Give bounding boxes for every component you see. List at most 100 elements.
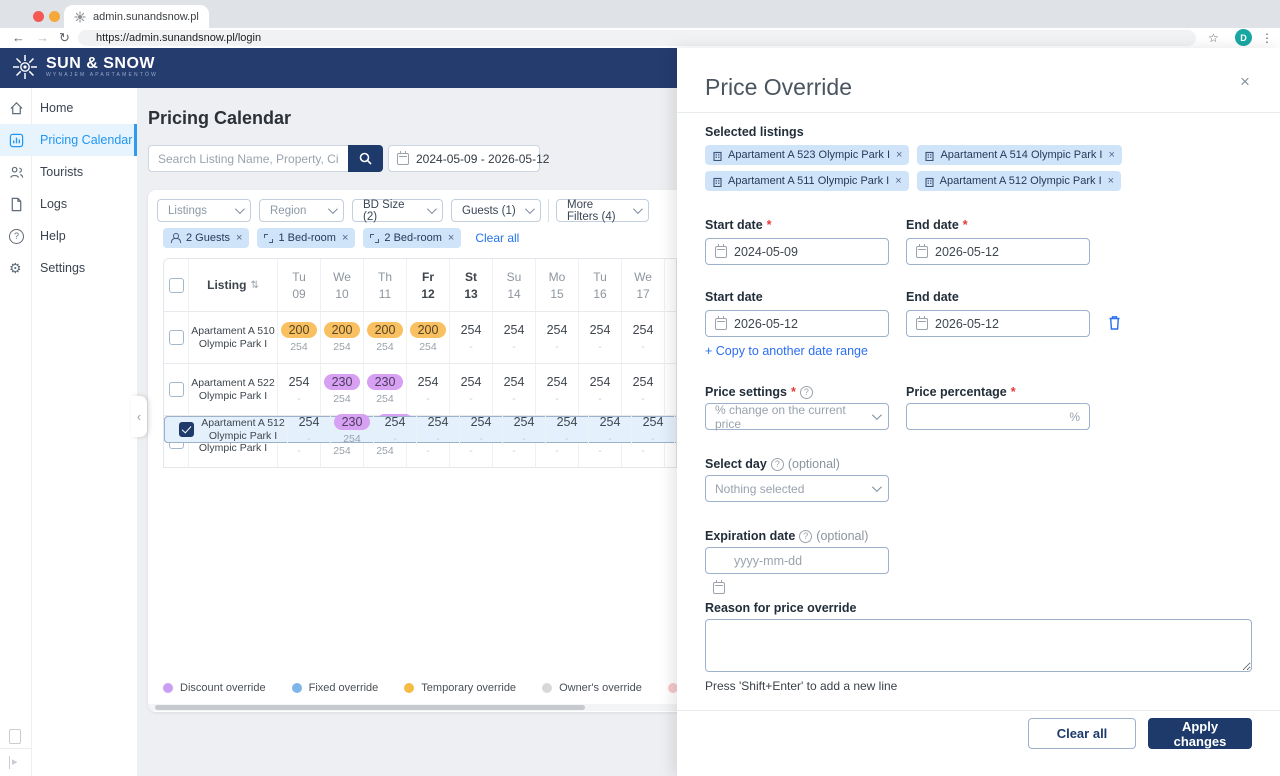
browser-menu-icon[interactable]: ⋮ — [1261, 28, 1273, 48]
sidebar-collapse-handle[interactable]: ‹ — [131, 396, 147, 437]
listing-column-header[interactable]: Listing ⇅ — [207, 278, 259, 292]
price-cell[interactable]: 254- — [288, 414, 331, 445]
price-cell[interactable]: 254- — [450, 312, 493, 363]
sidebar-item-tourists[interactable]: Tourists — [0, 156, 137, 188]
listing-name-cell[interactable]: Apartament A 512Olympic Park I — [199, 417, 288, 443]
clear-all-button[interactable]: Clear all — [1028, 718, 1136, 749]
chip-2-bedroom[interactable]: 2 Bed-room × — [363, 228, 461, 248]
traffic-light-minimize[interactable] — [49, 11, 60, 22]
filter-more[interactable]: More Filters (4) — [556, 199, 649, 222]
price-percentage-input[interactable]: % — [906, 403, 1090, 430]
price-cell[interactable]: 200254 — [364, 312, 407, 363]
price-cell[interactable]: 200254 — [407, 312, 450, 363]
price-cell[interactable]: 254- — [622, 364, 665, 415]
listing-chip[interactable]: Apartament A 512 Olympic Park I × — [917, 171, 1121, 191]
day-column-header: We17 — [622, 259, 665, 311]
browser-tab[interactable]: admin.sunandsnow.pl — [64, 5, 209, 28]
scrollbar-thumb[interactable] — [155, 705, 585, 710]
price-cell[interactable]: 254- — [536, 364, 579, 415]
delete-range-trash-icon[interactable] — [1107, 314, 1122, 331]
sidebar-item-settings[interactable]: ⚙ Settings — [0, 252, 137, 284]
close-icon[interactable]: × — [1240, 72, 1250, 92]
help-circle-icon[interactable]: ? — [771, 458, 784, 471]
price-cell[interactable]: 254- — [536, 312, 579, 363]
filter-region[interactable]: Region — [259, 199, 344, 222]
select-day-select[interactable]: Nothing selected — [705, 475, 889, 502]
sidebar-footer-icon[interactable] — [9, 729, 21, 744]
chip-close-icon[interactable]: × — [1108, 175, 1114, 187]
listing-chip[interactable]: Apartament A 511 Olympic Park I × — [705, 171, 909, 191]
chip-1-bedroom[interactable]: 1 Bed-room × — [257, 228, 355, 248]
chip-2-guests[interactable]: 2 Guests × — [163, 228, 249, 248]
end-date-input[interactable]: 2026-05-12 — [906, 238, 1090, 265]
sidebar-expand-icon[interactable]: ▸ — [9, 756, 18, 769]
row-checkbox[interactable] — [179, 422, 194, 437]
price-cell[interactable]: 254- — [579, 364, 622, 415]
copy-date-range-link[interactable]: + Copy to another date range — [705, 344, 868, 358]
end-date-input-2[interactable]: 2026-05-12 — [906, 310, 1090, 337]
price-cell[interactable]: 254- — [632, 414, 675, 445]
filter-chips-row: 2 Guests × 1 Bed-room × 2 Bed-room × Cle… — [163, 228, 519, 248]
select-all-checkbox[interactable] — [169, 278, 184, 293]
listing-name-cell[interactable]: Apartament A 522Olympic Park I — [189, 364, 278, 415]
chip-close-icon[interactable]: × — [896, 149, 902, 161]
price-cell[interactable]: 254- — [665, 364, 677, 415]
chip-close-icon[interactable]: × — [236, 232, 242, 244]
start-date-input[interactable]: 2024-05-09 — [705, 238, 889, 265]
expiration-date-input[interactable] — [705, 547, 889, 574]
back-icon[interactable]: ← — [12, 28, 25, 48]
sidebar-item-pricing-calendar[interactable]: Pricing Calendar — [0, 124, 137, 156]
price-cell[interactable]: 254- — [493, 364, 536, 415]
day-column-header: Tu16 — [579, 259, 622, 311]
price-cell[interactable]: 254- — [665, 312, 677, 363]
browser-avatar[interactable]: D — [1235, 29, 1252, 46]
date-range-picker[interactable]: 2024-05-09 - 2026-05-12 — [388, 145, 540, 172]
sidebar-item-help[interactable]: ? Help — [0, 220, 137, 252]
price-cell[interactable]: 230254 — [321, 364, 364, 415]
sidebar-item-logs[interactable]: Logs — [0, 188, 137, 220]
filter-guests[interactable]: Guests (1) — [451, 199, 541, 222]
filter-listings[interactable]: Listings — [157, 199, 251, 222]
bookmark-star-icon[interactable]: ☆ — [1208, 28, 1219, 48]
chip-close-icon[interactable]: × — [895, 175, 901, 187]
price-cell[interactable]: 254- — [579, 312, 622, 363]
row-checkbox[interactable] — [169, 330, 184, 345]
listing-name-cell[interactable]: Apartament A 510Olympic Park I — [189, 312, 278, 363]
apply-changes-button[interactable]: Apply changes — [1148, 718, 1252, 749]
chip-close-icon[interactable]: × — [342, 232, 348, 244]
price-cell[interactable]: 200254 — [278, 312, 321, 363]
price-cell[interactable]: 254- — [589, 414, 632, 445]
address-bar[interactable]: https://admin.sunandsnow.pl/login — [78, 30, 1196, 46]
price-cell[interactable]: 254- — [460, 414, 503, 445]
price-cell[interactable]: 254- — [622, 312, 665, 363]
price-cell[interactable]: 254- — [450, 364, 493, 415]
forward-icon[interactable]: → — [36, 28, 49, 48]
price-cell[interactable]: 254- — [407, 364, 450, 415]
filter-bd-size[interactable]: BD Size (2) — [352, 199, 443, 222]
price-cell[interactable]: 230254 — [364, 364, 407, 415]
price-cell[interactable]: 254- — [417, 414, 460, 445]
search-input[interactable] — [148, 145, 348, 172]
price-settings-select[interactable]: % change on the current price — [705, 403, 889, 430]
row-checkbox[interactable] — [169, 382, 184, 397]
clear-all-filters-link[interactable]: Clear all — [475, 231, 519, 245]
chip-close-icon[interactable]: × — [1109, 149, 1115, 161]
price-cell[interactable]: 254- — [493, 312, 536, 363]
price-cell[interactable]: 230254 — [331, 414, 374, 445]
listing-chip[interactable]: Apartament A 523 Olympic Park I × — [705, 145, 909, 165]
chip-close-icon[interactable]: × — [448, 232, 454, 244]
traffic-light-close[interactable] — [33, 11, 44, 22]
help-circle-icon[interactable]: ? — [799, 530, 812, 543]
reload-icon[interactable]: ↻ — [59, 28, 70, 48]
price-cell[interactable]: 200254 — [321, 312, 364, 363]
start-date-input-2[interactable]: 2026-05-12 — [705, 310, 889, 337]
help-circle-icon[interactable]: ? — [800, 386, 813, 399]
sidebar-item-home[interactable]: Home — [0, 92, 137, 124]
price-cell[interactable]: 254- — [503, 414, 546, 445]
reason-textarea[interactable] — [705, 619, 1252, 672]
price-cell[interactable]: 254- — [374, 414, 417, 445]
listing-chip[interactable]: Apartament A 514 Olympic Park I × — [917, 145, 1121, 165]
search-button[interactable] — [348, 145, 383, 172]
price-cell[interactable]: 254- — [278, 364, 321, 415]
price-cell[interactable]: 254- — [546, 414, 589, 445]
